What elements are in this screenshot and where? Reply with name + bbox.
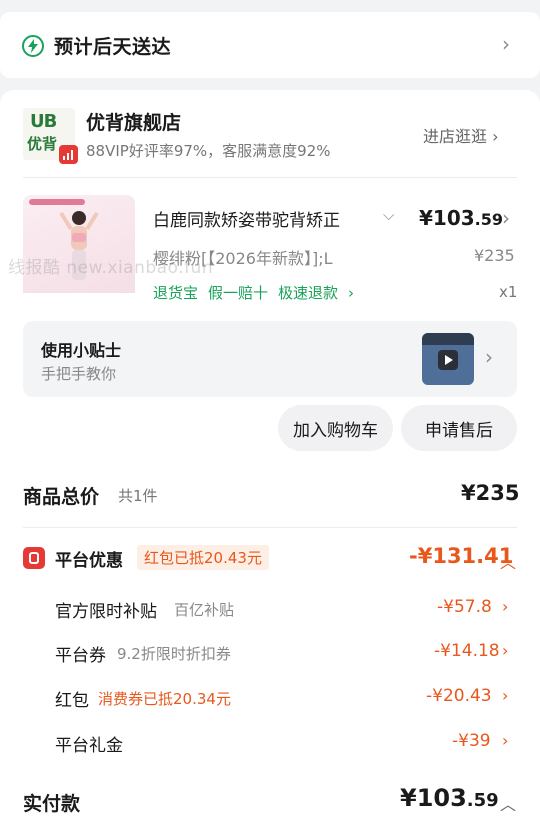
add-to-cart-button[interactable]: 加入购物车 bbox=[278, 405, 393, 451]
promo-total[interactable]: -¥131.41 bbox=[409, 544, 513, 568]
coupon-icon bbox=[23, 547, 45, 569]
quantity: x1 bbox=[499, 283, 518, 301]
chevron-right-icon: › bbox=[502, 686, 509, 705]
play-icon bbox=[438, 350, 458, 370]
product-title[interactable]: 白鹿同款矫姿带驼背矫正 bbox=[153, 206, 375, 231]
discount-row-sub: 9.2折限时折扣券 bbox=[117, 645, 231, 663]
service-tag: 退货宝 bbox=[153, 284, 199, 302]
visit-store-link[interactable]: 进店逛逛 › bbox=[423, 123, 499, 147]
delivery-card[interactable]: 预计后天送达 › bbox=[0, 12, 540, 78]
store-name[interactable]: 优背旗舰店 bbox=[86, 108, 181, 135]
chevron-right-icon: › bbox=[485, 345, 493, 369]
watermark: 线报酷 new.xianbao.fun bbox=[8, 258, 214, 278]
chevron-up-icon[interactable]: ︿ bbox=[500, 549, 516, 573]
lightning-icon bbox=[22, 35, 44, 57]
video-thumbnail[interactable] bbox=[422, 333, 474, 385]
discount-row-value[interactable]: -¥14.18 bbox=[434, 641, 500, 661]
service-tags[interactable]: 退货宝 假一赔十 极速退款 › bbox=[153, 282, 364, 303]
discount-row-value[interactable]: -¥57.8 bbox=[437, 597, 492, 617]
paid-label: 实付款 bbox=[23, 793, 81, 815]
total-count: 共1件 bbox=[118, 487, 158, 505]
chevron-right-icon: › bbox=[502, 731, 509, 750]
total-label: 商品总价 bbox=[23, 486, 100, 508]
original-price: ¥235 bbox=[474, 246, 515, 265]
chevron-right-icon: › bbox=[502, 597, 509, 616]
discount-row-label: 官方限时补贴 bbox=[55, 602, 157, 622]
discount-row-value[interactable]: -¥20.43 bbox=[426, 686, 492, 706]
product-image[interactable] bbox=[23, 195, 135, 307]
delivery-estimate: 预计后天送达 bbox=[54, 36, 172, 58]
service-tag: 假一赔十 bbox=[208, 284, 269, 302]
usage-tips-card[interactable]: 使用小贴士 手把手教你 › bbox=[23, 321, 517, 397]
after-sale-button[interactable]: 申请售后 bbox=[401, 405, 517, 451]
chevron-up-icon[interactable]: ︿ bbox=[500, 791, 516, 815]
tips-title: 使用小贴士 bbox=[41, 341, 122, 360]
product-price: ¥103.59 bbox=[419, 206, 504, 230]
service-tag: 极速退款 bbox=[278, 284, 339, 302]
chevron-right-icon[interactable]: › bbox=[502, 206, 510, 230]
store-rating: 88VIP好评率97%，客服满意度92% bbox=[86, 142, 331, 160]
chevron-right-icon: › bbox=[348, 284, 355, 302]
store-level-badge-icon bbox=[59, 145, 78, 164]
divider bbox=[23, 527, 517, 528]
paid-value[interactable]: ¥103.59 bbox=[400, 784, 499, 812]
chevron-right-icon: › bbox=[502, 641, 509, 660]
divider bbox=[23, 177, 517, 178]
discount-row-label: 平台礼金 bbox=[55, 736, 123, 756]
promo-badge: 红包已抵20.43元 bbox=[137, 545, 269, 570]
discount-row-label: 红包 bbox=[55, 691, 89, 711]
total-value: ¥235 bbox=[461, 481, 520, 505]
chevron-down-icon[interactable]: ⌵ bbox=[383, 206, 394, 224]
tips-subtitle: 手把手教你 bbox=[41, 365, 117, 383]
chevron-right-icon: › bbox=[492, 127, 499, 146]
discount-row-value[interactable]: -¥39 bbox=[452, 731, 491, 751]
discount-row-label: 平台券 bbox=[55, 646, 106, 666]
promo-label: 平台优惠 bbox=[55, 551, 123, 571]
discount-row-sub: 百亿补贴 bbox=[174, 601, 235, 619]
chevron-right-icon: › bbox=[502, 32, 510, 56]
discount-row-sub: 消费券已抵20.34元 bbox=[98, 690, 231, 708]
